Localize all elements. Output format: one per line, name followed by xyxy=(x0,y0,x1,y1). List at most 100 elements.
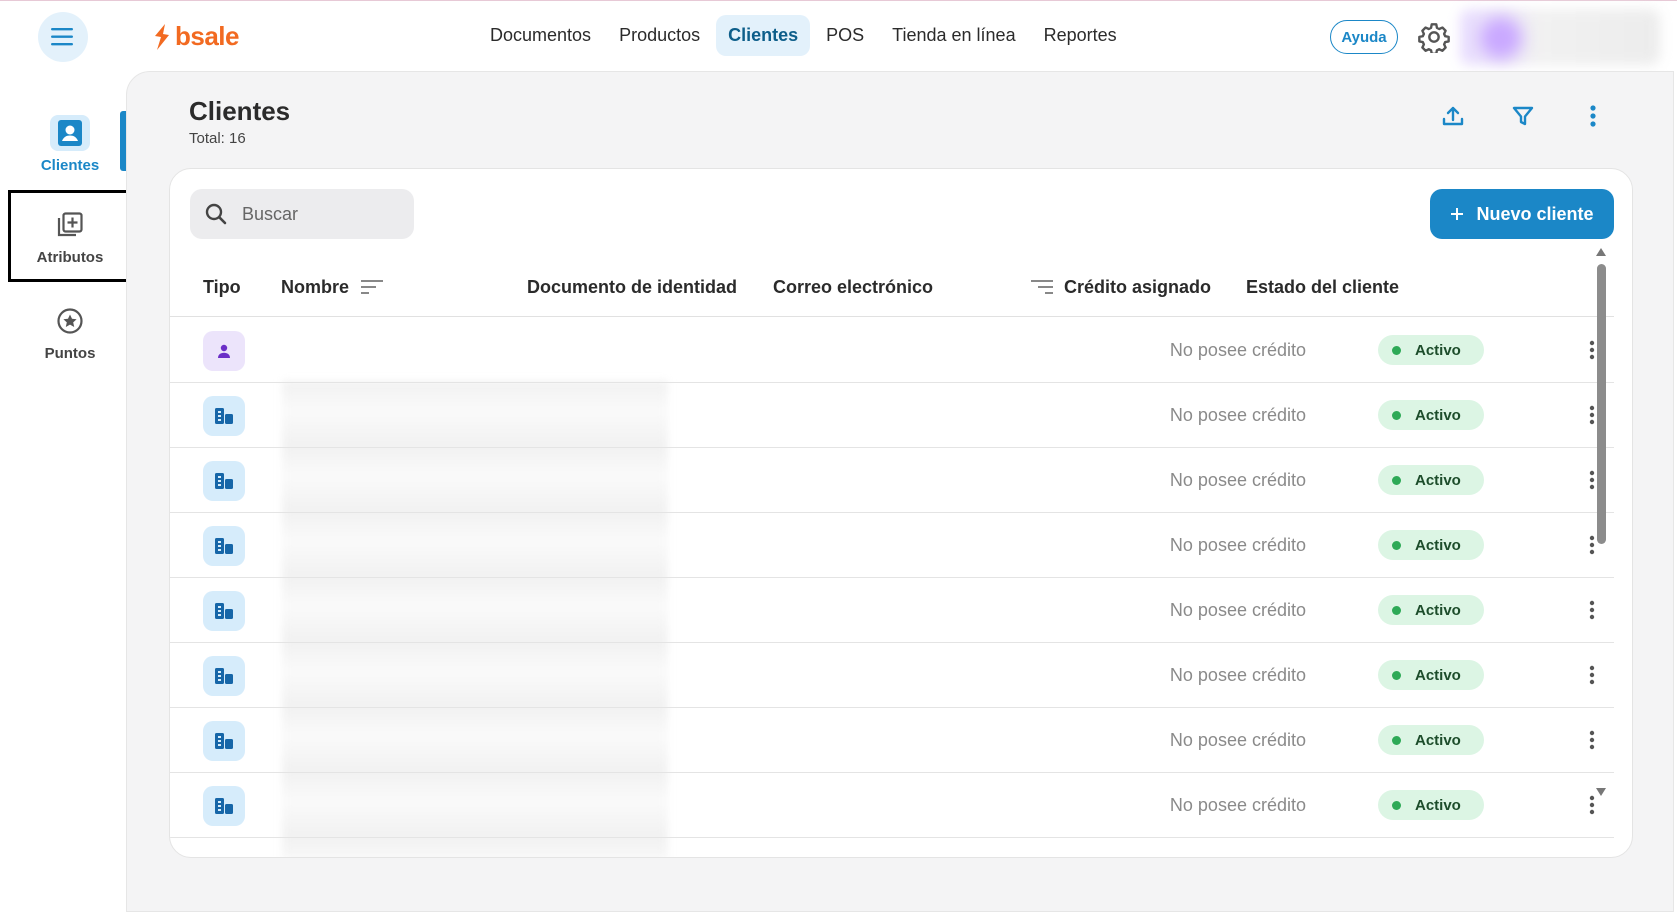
page-title: Clientes xyxy=(189,96,291,126)
status-label: Activo xyxy=(1415,666,1461,684)
sidebar-item-label: Atributos xyxy=(36,248,104,266)
status-label: Activo xyxy=(1415,406,1461,424)
status-label: Activo xyxy=(1415,536,1461,554)
main-nav: Documentos Productos Clientes POS Tienda… xyxy=(478,15,1129,56)
company-type-badge xyxy=(203,721,245,761)
credit-value: No posee crédito xyxy=(1169,405,1306,425)
company-type-badge xyxy=(203,656,245,696)
col-credito: Crédito asignado xyxy=(1064,277,1212,297)
sort-icon[interactable] xyxy=(1030,277,1054,297)
hamburger-menu-button[interactable] xyxy=(38,12,88,62)
plus-icon xyxy=(1451,208,1464,220)
col-tipo: Tipo xyxy=(203,277,241,297)
status-dot xyxy=(1392,735,1401,745)
nav-reportes[interactable]: Reportes xyxy=(1032,15,1129,56)
col-nombre[interactable]: Nombre xyxy=(281,277,349,298)
avatar[interactable] xyxy=(1480,17,1522,59)
table-row[interactable]: No posee crédito Activo xyxy=(170,318,1614,383)
col-estado: Estado del cliente xyxy=(1246,277,1400,297)
nav-documentos[interactable]: Documentos xyxy=(478,15,603,56)
export-button[interactable] xyxy=(1437,100,1469,132)
status-badge: Activo xyxy=(1378,790,1484,820)
credit-value: No posee crédito xyxy=(1169,470,1306,490)
sidebar-item-label: Puntos xyxy=(44,344,96,362)
search-box[interactable] xyxy=(190,189,414,239)
table-row[interactable]: No posee crédito Activo xyxy=(170,513,1614,578)
status-dot xyxy=(1392,800,1401,810)
kebab-menu-icon xyxy=(1590,105,1596,127)
sidebar: Clientes Atributos Puntos xyxy=(0,72,132,912)
nav-tienda-en-linea[interactable]: Tienda en línea xyxy=(880,15,1027,56)
nav-clientes[interactable]: Clientes xyxy=(716,15,811,56)
filter-icon xyxy=(1512,106,1534,126)
table-row[interactable]: No posee crédito Activo xyxy=(170,708,1614,773)
building-icon xyxy=(215,733,233,749)
bsale-logo-icon xyxy=(155,23,169,50)
credit-value: No posee crédito xyxy=(1169,665,1306,685)
gear-icon[interactable] xyxy=(1418,21,1450,53)
table-scrollbar[interactable] xyxy=(1594,248,1608,808)
status-label: Activo xyxy=(1415,796,1461,814)
credit-value: No posee crédito xyxy=(1169,730,1306,750)
status-badge: Activo xyxy=(1378,660,1484,690)
credit-value: No posee crédito xyxy=(1169,600,1306,620)
status-label: Activo xyxy=(1415,731,1461,749)
status-badge: Activo xyxy=(1378,530,1484,560)
new-client-button[interactable]: Nuevo cliente xyxy=(1430,189,1614,239)
scrollbar-thumb[interactable] xyxy=(1597,264,1606,544)
help-button[interactable]: Ayuda xyxy=(1330,20,1398,54)
table-row[interactable]: No posee crédito Activo xyxy=(170,383,1614,448)
building-icon xyxy=(215,668,233,684)
sort-icon[interactable] xyxy=(360,277,384,297)
upload-icon xyxy=(1442,106,1464,126)
total-count: Total: 16 xyxy=(189,130,246,147)
building-icon xyxy=(215,408,233,424)
table-row[interactable]: No posee crédito Activo xyxy=(170,448,1614,513)
company-type-badge xyxy=(203,526,245,566)
logo-text: bsale xyxy=(175,21,240,51)
clients-table-body: No posee crédito Activo No posee crédito… xyxy=(170,318,1614,838)
building-icon xyxy=(215,473,233,489)
status-label: Activo xyxy=(1415,471,1461,489)
credit-value: No posee crédito xyxy=(1169,535,1306,555)
scroll-down-arrow-icon[interactable] xyxy=(1596,788,1606,796)
sidebar-item-atributos[interactable]: Atributos xyxy=(8,190,132,282)
status-dot xyxy=(1392,670,1401,680)
filter-button[interactable] xyxy=(1507,100,1539,132)
status-badge: Activo xyxy=(1378,595,1484,625)
company-type-badge xyxy=(203,591,245,631)
scroll-up-arrow-icon[interactable] xyxy=(1596,248,1606,256)
sidebar-item-clientes[interactable]: Clientes xyxy=(8,98,132,190)
search-input[interactable] xyxy=(242,203,392,225)
status-label: Activo xyxy=(1415,341,1461,359)
status-dot xyxy=(1392,605,1401,615)
building-icon xyxy=(215,603,233,619)
nav-productos[interactable]: Productos xyxy=(607,15,712,56)
credit-value: No posee crédito xyxy=(1169,795,1306,815)
table-row[interactable]: No posee crédito Activo xyxy=(170,773,1614,838)
table-header: Tipo Nombre Documento de identidad Corre… xyxy=(170,257,1614,317)
status-label: Activo xyxy=(1415,601,1461,619)
star-circle-icon xyxy=(50,303,90,339)
status-badge: Activo xyxy=(1378,335,1484,365)
top-bar: bsale Documentos Productos Clientes POS … xyxy=(0,0,1677,72)
company-type-badge xyxy=(203,461,245,501)
company-type-badge xyxy=(203,786,245,826)
bsale-logo[interactable]: bsale xyxy=(153,21,240,52)
table-row[interactable]: No posee crédito Activo xyxy=(170,643,1614,708)
status-dot xyxy=(1392,345,1401,355)
hamburger-icon xyxy=(51,28,73,46)
new-client-label: Nuevo cliente xyxy=(1476,203,1594,224)
sidebar-item-label: Clientes xyxy=(40,156,100,174)
more-options-button[interactable] xyxy=(1577,100,1609,132)
status-dot xyxy=(1392,475,1401,485)
sidebar-item-puntos[interactable]: Puntos xyxy=(8,286,132,378)
status-dot xyxy=(1392,410,1401,420)
status-badge: Activo xyxy=(1378,400,1484,430)
nav-pos[interactable]: POS xyxy=(814,15,876,56)
person-icon xyxy=(218,344,230,358)
clients-card: Nuevo cliente Tipo Nombre Documento de i… xyxy=(169,168,1633,858)
table-row[interactable]: No posee crédito Activo xyxy=(170,578,1614,643)
status-badge: Activo xyxy=(1378,725,1484,755)
credit-value: No posee crédito xyxy=(1169,340,1306,360)
